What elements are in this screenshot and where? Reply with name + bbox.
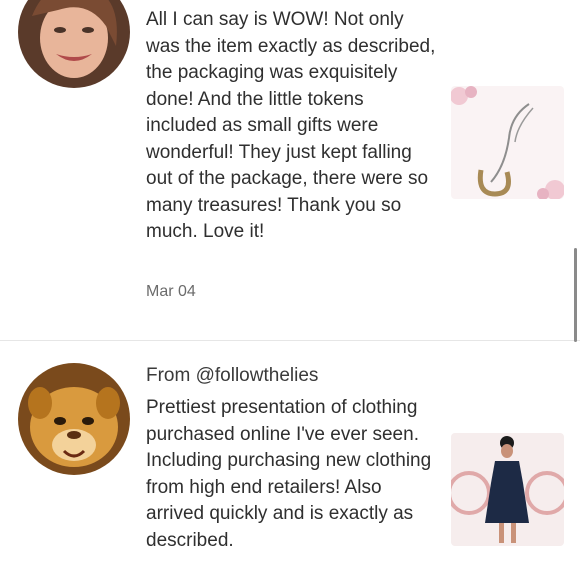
review-photo-1[interactable] xyxy=(451,86,564,199)
review-item-2: From @followthelies Prettiest presentati… xyxy=(0,341,580,581)
review-author-2[interactable]: From @followthelies xyxy=(146,365,318,387)
dress-photo-icon xyxy=(451,433,564,546)
user-avatar-1[interactable] xyxy=(18,0,130,88)
user-photo-icon xyxy=(18,0,130,88)
lion-cub-avatar-icon xyxy=(18,363,130,475)
necklace-photo-icon xyxy=(451,86,564,199)
review-text-1: All I can say is WOW! Not only was the i… xyxy=(146,9,436,242)
scrollbar-thumb[interactable] xyxy=(574,248,577,342)
user-avatar-2[interactable] xyxy=(18,363,130,475)
review-photo-2[interactable] xyxy=(451,433,564,546)
review-text-2: Prettiest presentation of clothing purch… xyxy=(146,397,432,551)
review-item-1: All I can say is WOW! Not only was the i… xyxy=(0,0,580,340)
review-date-1: Mar 04 xyxy=(146,283,196,300)
